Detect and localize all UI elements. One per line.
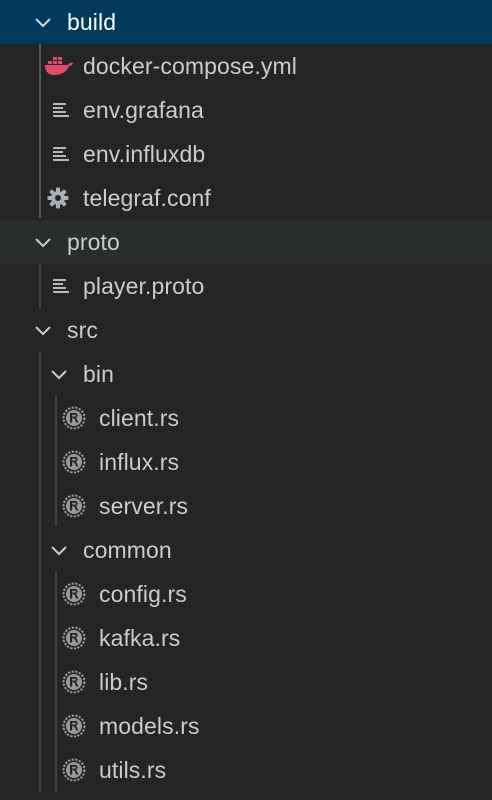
rust-icon bbox=[62, 626, 86, 650]
file-env-influxdb-label: env.influxdb bbox=[83, 140, 206, 167]
file-env-grafana[interactable]: env.grafana bbox=[0, 88, 492, 132]
file-kafka-rs[interactable]: kafka.rs bbox=[0, 616, 492, 660]
file-client-rs-label: client.rs bbox=[99, 404, 180, 431]
folder-build-label: build bbox=[67, 8, 117, 35]
folder-build[interactable]: build bbox=[0, 0, 492, 44]
file-utils-rs[interactable]: utils.rs bbox=[0, 748, 492, 792]
rust-icon bbox=[62, 758, 86, 782]
file-telegraf-conf[interactable]: telegraf.conf bbox=[0, 176, 492, 220]
chevron-down-icon bbox=[35, 238, 51, 248]
file-docker-compose-label: docker-compose.yml bbox=[83, 52, 297, 79]
rust-icon bbox=[62, 582, 86, 606]
file-server-rs-label: server.rs bbox=[99, 492, 189, 519]
file-player-proto-label: player.proto bbox=[83, 272, 205, 299]
file-config-rs-label: config.rs bbox=[99, 580, 187, 607]
file-kafka-rs-label: kafka.rs bbox=[99, 624, 181, 651]
text-file-icon bbox=[53, 279, 69, 293]
folder-src[interactable]: src bbox=[0, 308, 492, 352]
file-player-proto[interactable]: player.proto bbox=[0, 264, 492, 308]
file-influx-rs-label: influx.rs bbox=[99, 448, 180, 475]
chevron-down-icon bbox=[51, 546, 67, 556]
chevron-down-icon bbox=[35, 326, 51, 336]
folder-bin[interactable]: bin bbox=[0, 352, 492, 396]
file-explorer-tree: build docker-compose.yml env.grafana env… bbox=[0, 0, 492, 800]
chevron-down-icon bbox=[51, 370, 67, 380]
rust-icon bbox=[62, 714, 86, 738]
chevron-down-icon bbox=[35, 18, 51, 28]
rust-icon bbox=[62, 406, 86, 430]
file-lib-rs-label: lib.rs bbox=[99, 668, 149, 695]
folder-proto-label: proto bbox=[67, 228, 120, 255]
file-influx-rs[interactable]: influx.rs bbox=[0, 440, 492, 484]
file-config-rs[interactable]: config.rs bbox=[0, 572, 492, 616]
file-models-rs[interactable]: models.rs bbox=[0, 704, 492, 748]
file-telegraf-conf-label: telegraf.conf bbox=[83, 184, 211, 211]
rust-icon bbox=[62, 670, 86, 694]
file-models-rs-label: models.rs bbox=[99, 712, 200, 739]
gear-icon bbox=[47, 187, 69, 209]
folder-proto[interactable]: proto bbox=[0, 220, 492, 264]
file-env-influxdb[interactable]: env.influxdb bbox=[0, 132, 492, 176]
docker-icon bbox=[45, 57, 73, 75]
file-utils-rs-label: utils.rs bbox=[99, 756, 167, 783]
file-server-rs[interactable]: server.rs bbox=[0, 484, 492, 528]
folder-src-label: src bbox=[67, 316, 98, 343]
text-file-icon bbox=[53, 147, 69, 161]
rust-icon bbox=[62, 450, 86, 474]
file-lib-rs[interactable]: lib.rs bbox=[0, 660, 492, 704]
rust-icon bbox=[62, 494, 86, 518]
folder-common-label: common bbox=[83, 536, 172, 563]
text-file-icon bbox=[53, 103, 69, 117]
file-env-grafana-label: env.grafana bbox=[83, 96, 204, 123]
file-client-rs[interactable]: client.rs bbox=[0, 396, 492, 440]
file-docker-compose[interactable]: docker-compose.yml bbox=[0, 44, 492, 88]
folder-bin-label: bin bbox=[83, 360, 114, 387]
folder-common[interactable]: common bbox=[0, 528, 492, 572]
